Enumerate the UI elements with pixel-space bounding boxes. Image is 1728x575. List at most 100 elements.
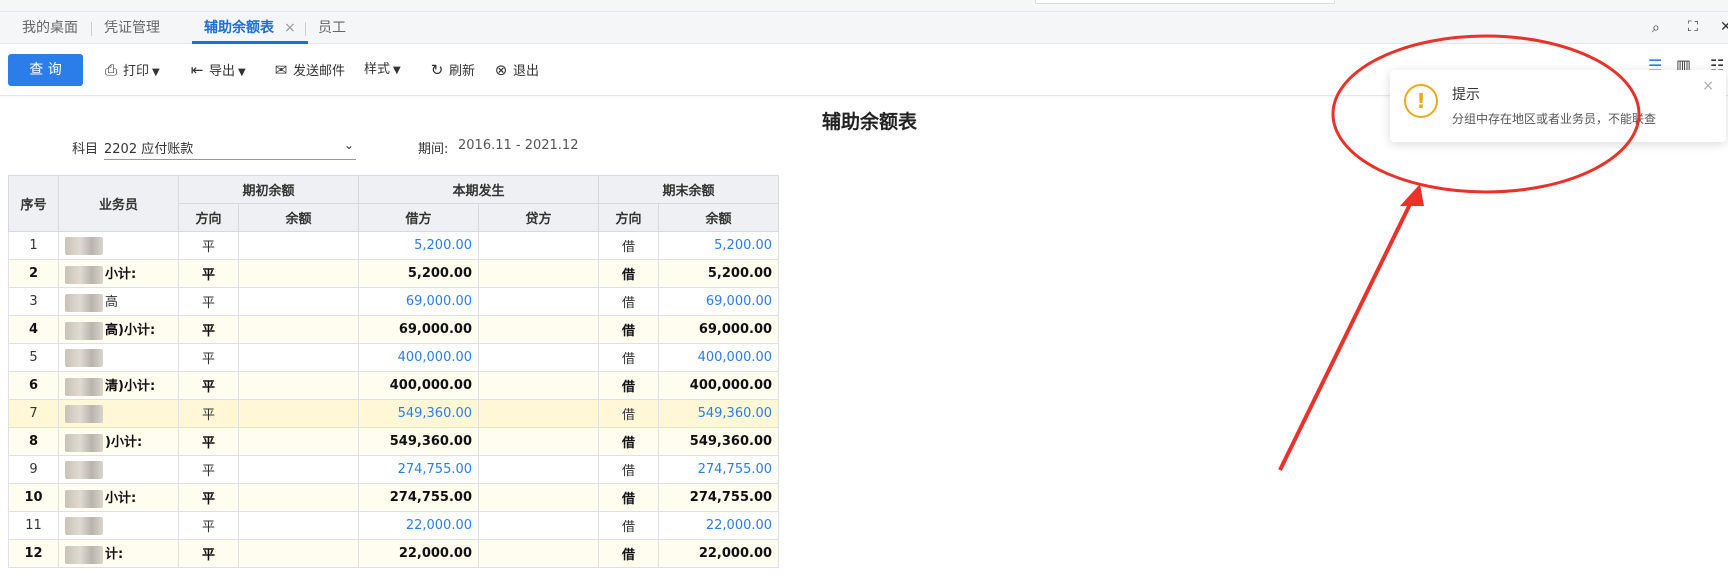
- redacted-name: [65, 321, 103, 340]
- cell-opening-direction: 平: [178, 231, 239, 260]
- refresh-button[interactable]: ↻ 刷新: [428, 59, 475, 81]
- global-search-input[interactable]: [1035, 0, 1335, 4]
- cell-closing-balance: 400,000.00: [658, 371, 780, 400]
- subject-value: 2202 应付账款: [104, 142, 194, 157]
- cell-debit: 5,200.00: [358, 259, 480, 288]
- redacted-name: [65, 236, 103, 255]
- cell-closing-balance: 274,755.00: [658, 483, 780, 512]
- subject-label: 科目: [72, 142, 99, 157]
- cell-closing-balance: 22,000.00: [658, 539, 780, 568]
- tab-label: 凭证管理: [104, 20, 160, 36]
- warning-icon: !: [1404, 84, 1438, 118]
- redacted-name: [65, 489, 103, 508]
- tab-employee[interactable]: 员工: [306, 12, 358, 44]
- exit-button[interactable]: ⊗ 退出: [492, 59, 539, 81]
- chevron-down-icon: ⌄: [343, 138, 354, 152]
- header-staff: 业务员: [58, 175, 179, 232]
- chevron-down-icon: ▼: [238, 67, 246, 78]
- table-row[interactable]: 7 平 549,360.00 借 549,360.00: [8, 399, 780, 428]
- cell-seq: 2: [8, 259, 59, 288]
- close-icon[interactable]: ×: [1702, 78, 1714, 94]
- cell-closing-direction: 借: [598, 511, 660, 540]
- cell-opening-balance: [237, 343, 360, 372]
- tab-aux-balance[interactable]: 辅助余额表 ×: [192, 12, 308, 44]
- subject-select[interactable]: 2202 应付账款 ⌄: [104, 138, 356, 160]
- table-row[interactable]: 4 高)小计: 平 69,000.00 借 69,000.00: [8, 315, 780, 344]
- cell-closing-balance: 274,755.00: [658, 455, 780, 484]
- export-button[interactable]: ⇤ 导出 ▼: [188, 59, 246, 81]
- header-seq: 序号: [8, 175, 59, 232]
- fullscreen-icon[interactable]: ⛶: [1688, 19, 1698, 35]
- header-current: 本期发生: [358, 175, 600, 204]
- cell-debit: 5,200.00: [358, 231, 480, 260]
- cell-opening-balance: [237, 539, 360, 568]
- header-debit: 借方: [358, 203, 480, 232]
- cell-debit: 400,000.00: [358, 371, 480, 400]
- table-row[interactable]: 8)小计: 平 549,360.00 借 549,360.00: [8, 427, 780, 456]
- table-row[interactable]: 11 平 22,000.00 借 22,000.00: [8, 511, 780, 540]
- table-row[interactable]: 9 平 274,755.00 借 274,755.00: [8, 455, 780, 484]
- cell-closing-direction: 借: [598, 399, 660, 428]
- tab-bar: 我的桌面 凭证管理 辅助余额表 × 员工 ⌕ ⛶ ✕: [0, 12, 1728, 44]
- table-row[interactable]: 12 计: 平 22,000.00 借 22,000.00: [8, 539, 780, 568]
- table-row[interactable]: 5 平 400,000.00 借 400,000.00: [8, 343, 780, 372]
- style-label: 样式: [364, 62, 391, 77]
- send-mail-button[interactable]: ✉ 发送邮件: [272, 59, 345, 81]
- cell-staff: 小计:: [58, 483, 179, 512]
- cell-opening-direction: 平: [178, 483, 239, 512]
- cell-opening-direction: 平: [178, 427, 239, 456]
- cell-opening-balance: [237, 371, 360, 400]
- table-row[interactable]: 3 高平 69,000.00 借 69,000.00: [8, 287, 780, 316]
- header-closing-direction: 方向: [598, 203, 660, 232]
- chevron-down-icon: ▼: [393, 65, 401, 76]
- cell-credit: [478, 371, 600, 400]
- refresh-label: 刷新: [449, 64, 476, 79]
- header-closing: 期末余额: [598, 175, 780, 204]
- query-button[interactable]: 查 询: [8, 54, 83, 86]
- search-icon[interactable]: ⌕: [1652, 20, 1660, 36]
- redacted-name: [65, 293, 103, 312]
- period-label: 期间:: [418, 142, 449, 157]
- cell-credit: [478, 259, 600, 288]
- cell-closing-balance: 549,360.00: [658, 427, 780, 456]
- cell-closing-balance: 5,200.00: [658, 259, 780, 288]
- cell-seq: 3: [8, 287, 59, 316]
- print-label: 打印: [123, 64, 150, 79]
- cell-opening-balance: [237, 315, 360, 344]
- cell-closing-balance: 69,000.00: [658, 315, 780, 344]
- cell-debit: 69,000.00: [358, 287, 480, 316]
- cell-staff: [58, 343, 179, 372]
- table-row[interactable]: 10 小计: 平 274,755.00 借 274,755.00: [8, 483, 780, 512]
- cell-credit: [478, 455, 600, 484]
- cell-closing-direction: 借: [598, 287, 660, 316]
- cell-debit: 274,755.00: [358, 455, 480, 484]
- cell-opening-balance: [237, 455, 360, 484]
- cell-debit: 69,000.00: [358, 315, 480, 344]
- staff-name: 小计:: [105, 267, 137, 283]
- close-icon[interactable]: ×: [284, 12, 296, 44]
- cell-closing-direction: 借: [598, 427, 660, 456]
- aux-balance-table: 序号 业务员 期初余额 本期发生 期末余额 方向 余额 借方 贷方 方向 余额 …: [8, 175, 780, 568]
- cell-closing-direction: 借: [598, 259, 660, 288]
- style-button[interactable]: 样式 ▼: [364, 59, 401, 81]
- table-row[interactable]: 6 清)小计: 平 400,000.00 借 400,000.00: [8, 371, 780, 400]
- cell-closing-balance: 22,000.00: [658, 511, 780, 540]
- close-window-icon[interactable]: ✕: [1720, 19, 1728, 35]
- cell-staff: [58, 455, 179, 484]
- cell-closing-direction: 借: [598, 539, 660, 568]
- tab-voucher-management[interactable]: 凭证管理: [92, 12, 172, 44]
- header-closing-balance: 余额: [658, 203, 780, 232]
- cell-closing-balance: 5,200.00: [658, 231, 780, 260]
- print-button[interactable]: ⎙ 打印 ▼: [102, 59, 160, 81]
- table-row[interactable]: 1 平 5,200.00 借 5,200.00: [8, 231, 780, 260]
- tab-desktop[interactable]: 我的桌面: [10, 12, 90, 44]
- cell-opening-balance: [237, 287, 360, 316]
- cell-closing-direction: 借: [598, 343, 660, 372]
- staff-name: 小计:: [105, 491, 137, 507]
- cell-closing-direction: 借: [598, 315, 660, 344]
- cell-credit: [478, 315, 600, 344]
- table-row[interactable]: 2 小计: 平 5,200.00 借 5,200.00: [8, 259, 780, 288]
- cell-opening-balance: [237, 427, 360, 456]
- cell-staff: )小计:: [58, 427, 179, 456]
- header-credit: 贷方: [478, 203, 600, 232]
